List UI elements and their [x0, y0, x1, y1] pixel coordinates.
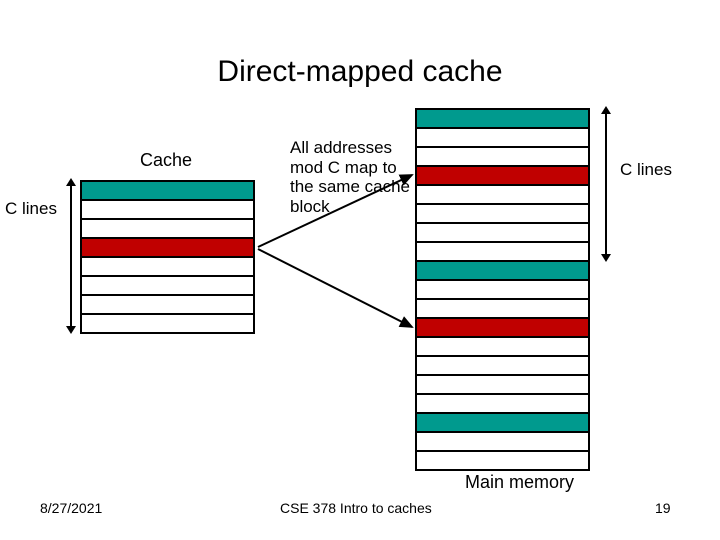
table-row [417, 281, 588, 300]
cache-label: Cache [140, 150, 192, 171]
table-row [417, 319, 588, 338]
table-row [417, 148, 588, 167]
table-row [417, 433, 588, 452]
mapping-explanation: All addresses mod C map to the same cach… [290, 138, 420, 216]
page-title: Direct-mapped cache [0, 55, 720, 89]
table-row [417, 224, 588, 243]
table-row [82, 296, 253, 315]
table-row [417, 376, 588, 395]
table-row [417, 110, 588, 129]
table-row [82, 258, 253, 277]
c-lines-label-right: C lines [620, 160, 672, 180]
c-lines-arrow-right [605, 108, 607, 260]
table-row [82, 201, 253, 220]
footer-course: CSE 378 Intro to caches [280, 500, 432, 516]
table-row [82, 182, 253, 201]
table-row [417, 167, 588, 186]
table-row [82, 220, 253, 239]
table-row [417, 357, 588, 376]
table-row [82, 277, 253, 296]
table-row [417, 262, 588, 281]
main-memory-label: Main memory [465, 472, 574, 493]
table-row [82, 315, 253, 334]
memory-table [415, 108, 590, 471]
footer-date: 8/27/2021 [40, 500, 102, 516]
table-row [417, 186, 588, 205]
table-row [417, 338, 588, 357]
table-row [417, 205, 588, 224]
table-row [82, 239, 253, 258]
footer-page-number: 19 [655, 500, 671, 516]
table-row [417, 129, 588, 148]
table-row [417, 300, 588, 319]
table-row [417, 243, 588, 262]
cache-table [80, 180, 255, 334]
c-lines-arrow-left [70, 180, 72, 332]
table-row [417, 395, 588, 414]
table-row [417, 452, 588, 471]
table-row [417, 414, 588, 433]
c-lines-label-left: C lines [5, 199, 57, 219]
